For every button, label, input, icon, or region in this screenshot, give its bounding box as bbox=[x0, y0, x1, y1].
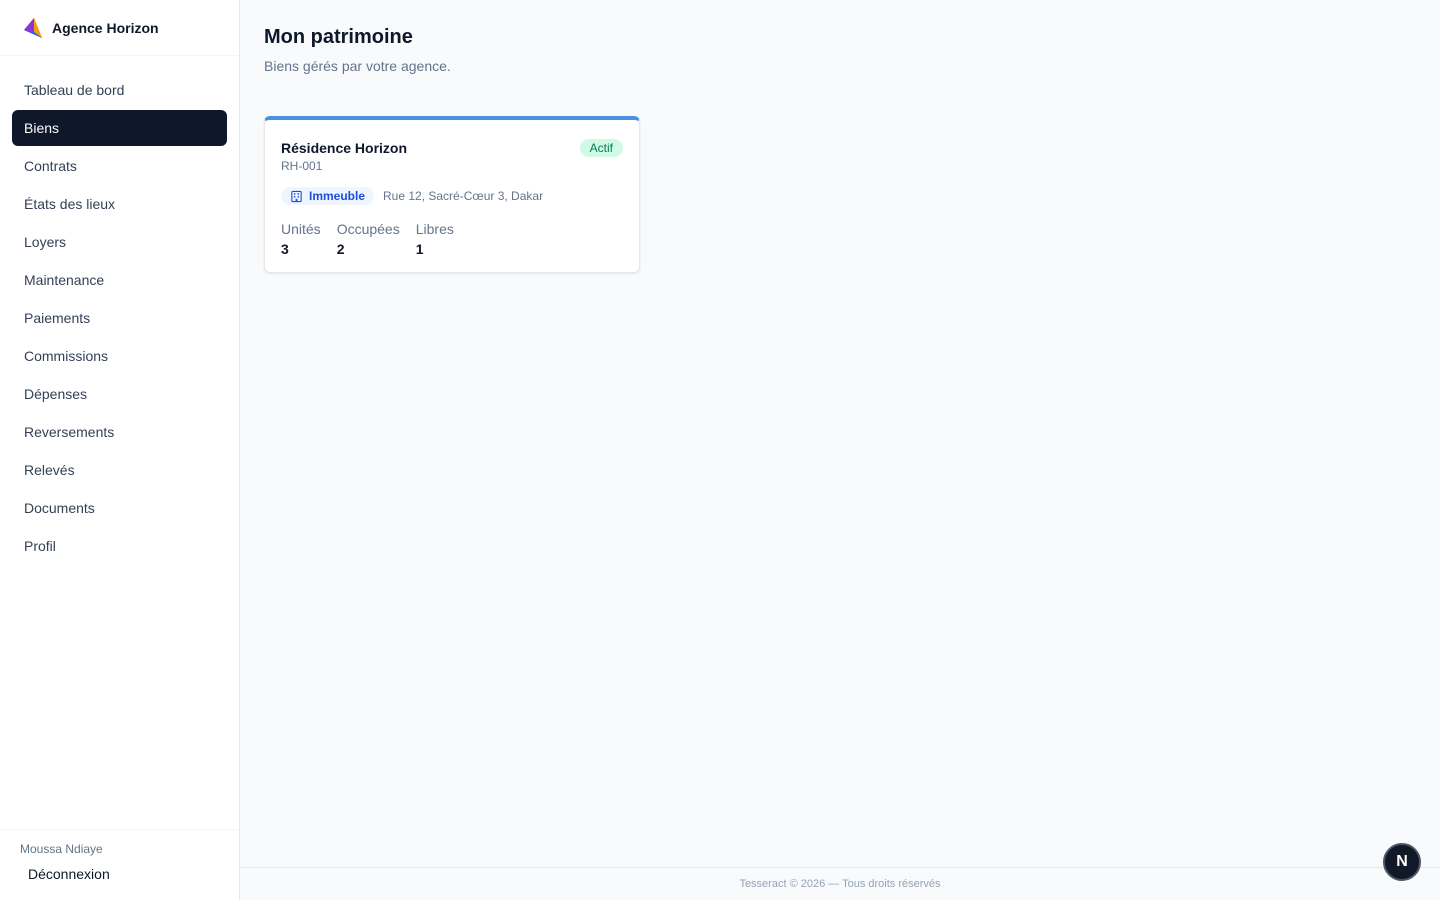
property-ref: RH-001 bbox=[281, 159, 323, 173]
property-type-badge: Immeuble bbox=[281, 187, 375, 205]
sidebar-item-documents[interactable]: Documents bbox=[12, 490, 227, 526]
sidebar-item-releves[interactable]: Relevés bbox=[12, 452, 227, 488]
sidebar-item-tableau-de-bord[interactable]: Tableau de bord bbox=[12, 72, 227, 108]
footer-text: Tesseract © 2026 — Tous droits réservés bbox=[739, 878, 941, 890]
property-card[interactable]: Résidence Horizon RH-001 Actif Immeuble … bbox=[264, 116, 640, 273]
n-logo-icon: N bbox=[1396, 853, 1408, 870]
sidebar-item-maintenance[interactable]: Maintenance bbox=[12, 262, 227, 298]
brand-name: Agence Horizon bbox=[52, 19, 159, 36]
user-name: Moussa Ndiaye bbox=[20, 842, 103, 856]
property-stats: Unités 3 Occupées 2 Libres 1 bbox=[281, 221, 623, 257]
next-devtools-button[interactable]: N bbox=[1383, 843, 1421, 881]
main-content: Mon patrimoine Biens gérés par votre age… bbox=[240, 0, 1440, 900]
page-title: Mon patrimoine bbox=[264, 26, 413, 48]
status-badge: Actif bbox=[579, 139, 623, 157]
stat-libres: Libres 1 bbox=[416, 221, 454, 257]
sidebar-item-paiements[interactable]: Paiements bbox=[12, 300, 227, 336]
sidebar-item-reversements[interactable]: Reversements bbox=[12, 414, 227, 450]
sidebar-item-etats-des-lieux[interactable]: États des lieux bbox=[12, 186, 227, 222]
stat-value: 3 bbox=[281, 241, 289, 257]
property-meta: Immeuble Rue 12, Sacré-Cœur 3, Dakar bbox=[281, 187, 623, 205]
stat-value: 2 bbox=[336, 241, 345, 257]
sidebar-item-contrats[interactable]: Contrats bbox=[12, 148, 227, 184]
stat-unites: Unités 3 bbox=[281, 221, 321, 257]
stat-label: Unités bbox=[281, 221, 321, 237]
sidebar-nav: Tableau de bord Biens Contrats États des… bbox=[0, 56, 239, 564]
sidebar-item-commissions[interactable]: Commissions bbox=[12, 338, 227, 374]
building-icon bbox=[291, 190, 302, 202]
stat-label: Libres bbox=[415, 221, 454, 237]
agence-logo-icon bbox=[24, 17, 42, 38]
stat-occupees: Occupées 2 bbox=[337, 221, 400, 257]
sidebar: Agence Horizon Tableau de bord Biens Con… bbox=[0, 0, 240, 900]
sidebar-item-loyers[interactable]: Loyers bbox=[12, 224, 227, 260]
stat-value: 1 bbox=[415, 241, 424, 257]
property-address: Rue 12, Sacré-Cœur 3, Dakar bbox=[383, 189, 544, 203]
sidebar-item-profil[interactable]: Profil bbox=[12, 528, 227, 564]
sidebar-footer: Moussa Ndiaye Déconnexion bbox=[0, 829, 239, 900]
logout-button[interactable]: Déconnexion bbox=[20, 866, 110, 882]
page-footer: Tesseract © 2026 — Tous droits réservés bbox=[240, 867, 1440, 900]
sidebar-item-depenses[interactable]: Dépenses bbox=[12, 376, 227, 412]
page-subtitle: Biens gérés par votre agence. bbox=[264, 58, 451, 74]
property-name: Résidence Horizon bbox=[281, 140, 408, 156]
property-card-header: Résidence Horizon RH-001 Actif bbox=[281, 138, 623, 173]
brand[interactable]: Agence Horizon bbox=[0, 0, 239, 56]
stat-label: Occupées bbox=[336, 221, 400, 237]
property-type-label: Immeuble bbox=[309, 189, 366, 203]
sidebar-item-biens[interactable]: Biens bbox=[12, 110, 227, 146]
